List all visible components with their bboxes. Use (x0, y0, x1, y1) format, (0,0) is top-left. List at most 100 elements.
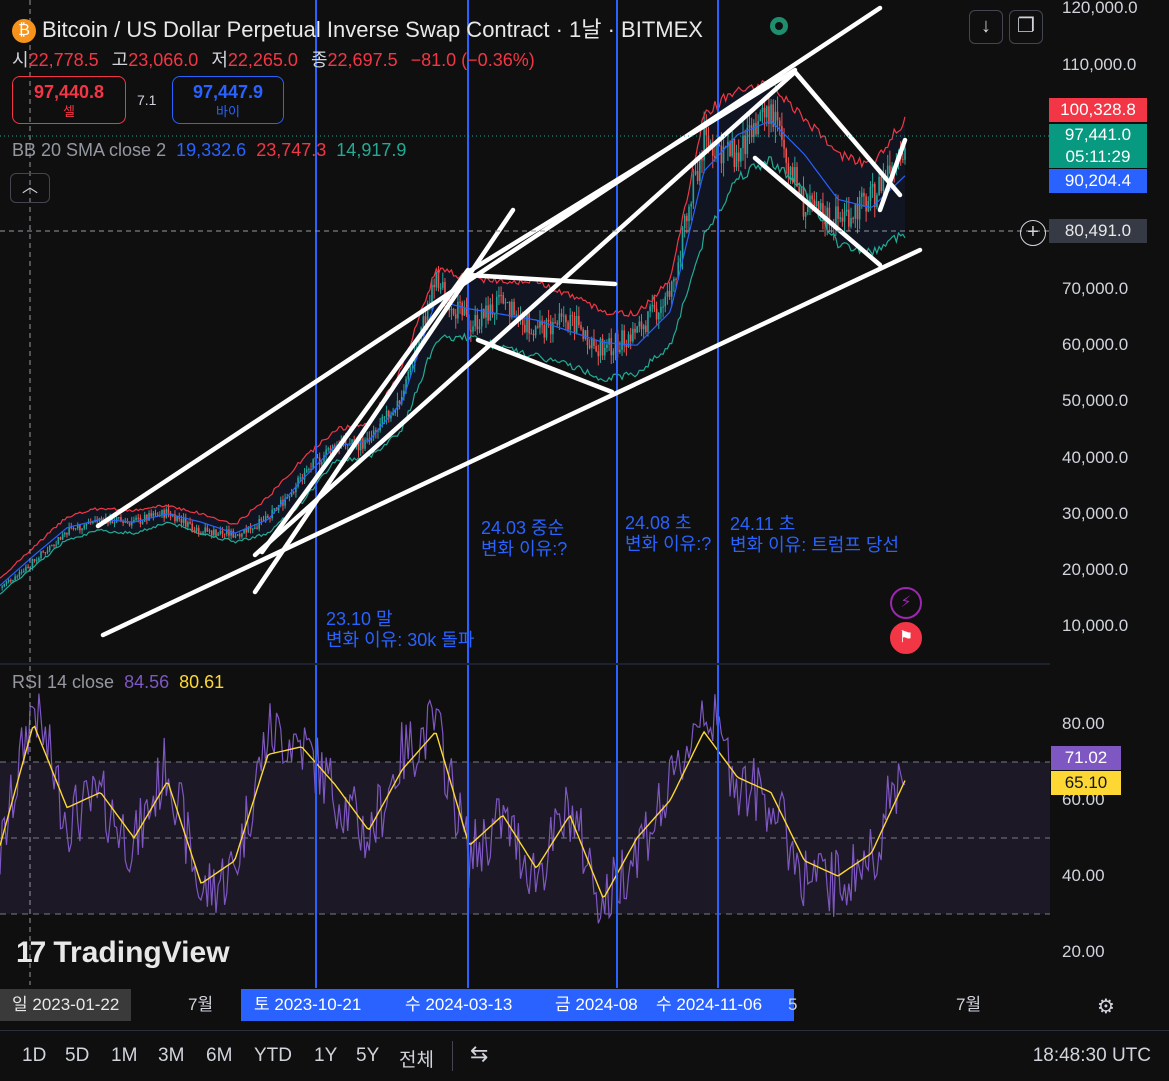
candle-body (1, 586, 3, 588)
candle-body (664, 296, 667, 307)
candle-body (683, 215, 686, 228)
candle-body (189, 522, 191, 524)
restore-window-icon[interactable]: ❐ (1009, 10, 1043, 44)
annotation-2024-08[interactable]: 24.08 초 변화 이유:? (625, 513, 711, 555)
candle-body (441, 281, 444, 288)
clock[interactable]: 18:48:30 UTC (1033, 1045, 1151, 1067)
range-1y[interactable]: 1Y (314, 1045, 337, 1067)
range-3m[interactable]: 3M (158, 1045, 184, 1067)
candle-body (351, 439, 353, 444)
candle-body (5, 581, 8, 584)
gear-icon[interactable]: ⚙ (1097, 994, 1115, 1019)
spread-value: 7.1 (137, 92, 157, 108)
candle-body (59, 537, 62, 540)
range-all[interactable]: 전체 (399, 1045, 434, 1072)
candle-body (53, 544, 55, 546)
candle-body (759, 112, 762, 122)
candle-body (61, 534, 64, 540)
rsi-ma-badge: 65.10 (1051, 771, 1121, 795)
chart-title[interactable]: ₿ Bitcoin / US Dollar Perpetual Inverse S… (12, 12, 703, 44)
candle-body (530, 333, 533, 335)
candle-body (819, 203, 822, 210)
candle-body (474, 315, 476, 327)
candle-body (735, 152, 738, 167)
rsi-legend[interactable]: RSI 14 close 84.56 80.61 (12, 672, 224, 693)
range-6m[interactable]: 6M (206, 1045, 232, 1067)
open-value: 22,778.5 (28, 50, 99, 70)
candle-body (668, 290, 671, 297)
candle-body (476, 315, 479, 330)
candle-body (221, 530, 224, 534)
candle-body (498, 294, 500, 297)
rsi-badge: 71.02 (1051, 746, 1121, 770)
candle-body (495, 296, 498, 314)
annotation-2024-03[interactable]: 24.03 중순 변화 이유:? (481, 518, 567, 560)
candle-body (57, 537, 60, 545)
goto-date-calendar-icon[interactable]: ⇆ (470, 1041, 488, 1067)
range-ytd[interactable]: YTD (254, 1045, 292, 1067)
candle-body (666, 290, 669, 297)
rsi-label: RSI 14 close (12, 672, 115, 692)
candle-body (575, 316, 578, 333)
candle-body (843, 211, 846, 222)
candle-body (148, 513, 150, 521)
candle-body (407, 371, 410, 379)
candle-body (217, 533, 219, 536)
tradingview-watermark: 17 TradingView (16, 936, 230, 970)
annotation-2024-11-line1: 24.11 초 (730, 514, 796, 534)
candle-body (649, 306, 651, 312)
countdown: 05:11:29 (1065, 147, 1131, 166)
candle-body (524, 324, 526, 333)
collapse-legend-button[interactable]: ︿ (10, 173, 50, 203)
buy-button[interactable]: 97,447.9 바이 (172, 76, 284, 124)
candle-body (811, 195, 813, 200)
candle-body (51, 544, 53, 546)
us-flag-event-icon[interactable]: ⚑ (890, 622, 922, 654)
lightning-event-icon[interactable]: ⚡ (890, 587, 922, 619)
candle-body (558, 313, 561, 325)
candle-body (3, 583, 6, 587)
annotation-2023-10[interactable]: 23.10 말 변화 이유: 30k 돌파 (326, 609, 474, 651)
time-axis-month-2: 7월 (956, 995, 982, 1014)
candle-body (560, 313, 563, 317)
candle-body (876, 194, 878, 208)
candle-body (424, 316, 427, 324)
close-label: 종 (310, 50, 328, 70)
candle-body (670, 281, 673, 297)
candle-body (223, 533, 226, 535)
range-5y[interactable]: 5Y (356, 1045, 379, 1067)
candle-body (234, 535, 237, 538)
marker-date-4: 수 2024-11-06 (656, 995, 763, 1014)
add-alert-plus-icon[interactable]: + (1020, 220, 1046, 246)
candle-body (433, 284, 435, 288)
annotation-2024-11[interactable]: 24.11 초 변화 이유: 트럼프 당선 (730, 514, 899, 556)
candle-body (787, 162, 790, 176)
sell-button[interactable]: 97,440.8 셀 (12, 76, 126, 124)
candle-body (14, 576, 16, 581)
low-label: 저 (211, 50, 228, 70)
candle-body (308, 469, 310, 471)
candle-body (459, 301, 461, 303)
candle-body (515, 314, 518, 316)
candle-body (31, 559, 34, 568)
bb-legend[interactable]: BB 20 SMA close 2 19,332.6 23,747.3 14,9… (12, 140, 406, 161)
candle-body (206, 527, 209, 532)
chart-canvas[interactable] (0, 0, 1169, 1080)
candle-body (852, 218, 854, 220)
candle-body (645, 325, 647, 333)
candle-body (68, 527, 70, 535)
candle-body (42, 551, 44, 553)
candle-body (584, 330, 587, 339)
bitcoin-icon: ₿ (12, 19, 36, 43)
buy-price: 97,447.9 (192, 82, 264, 102)
candle-body (655, 308, 658, 320)
candle-body (213, 529, 215, 536)
range-1m[interactable]: 1M (111, 1045, 137, 1067)
download-arrow-icon[interactable]: ↓ (969, 10, 1003, 44)
candle-body (889, 165, 891, 174)
range-1d[interactable]: 1D (22, 1045, 46, 1067)
range-5d[interactable]: 5D (65, 1045, 89, 1067)
candle-body (871, 184, 874, 187)
candle-body (150, 513, 152, 517)
candle-body (195, 527, 198, 531)
